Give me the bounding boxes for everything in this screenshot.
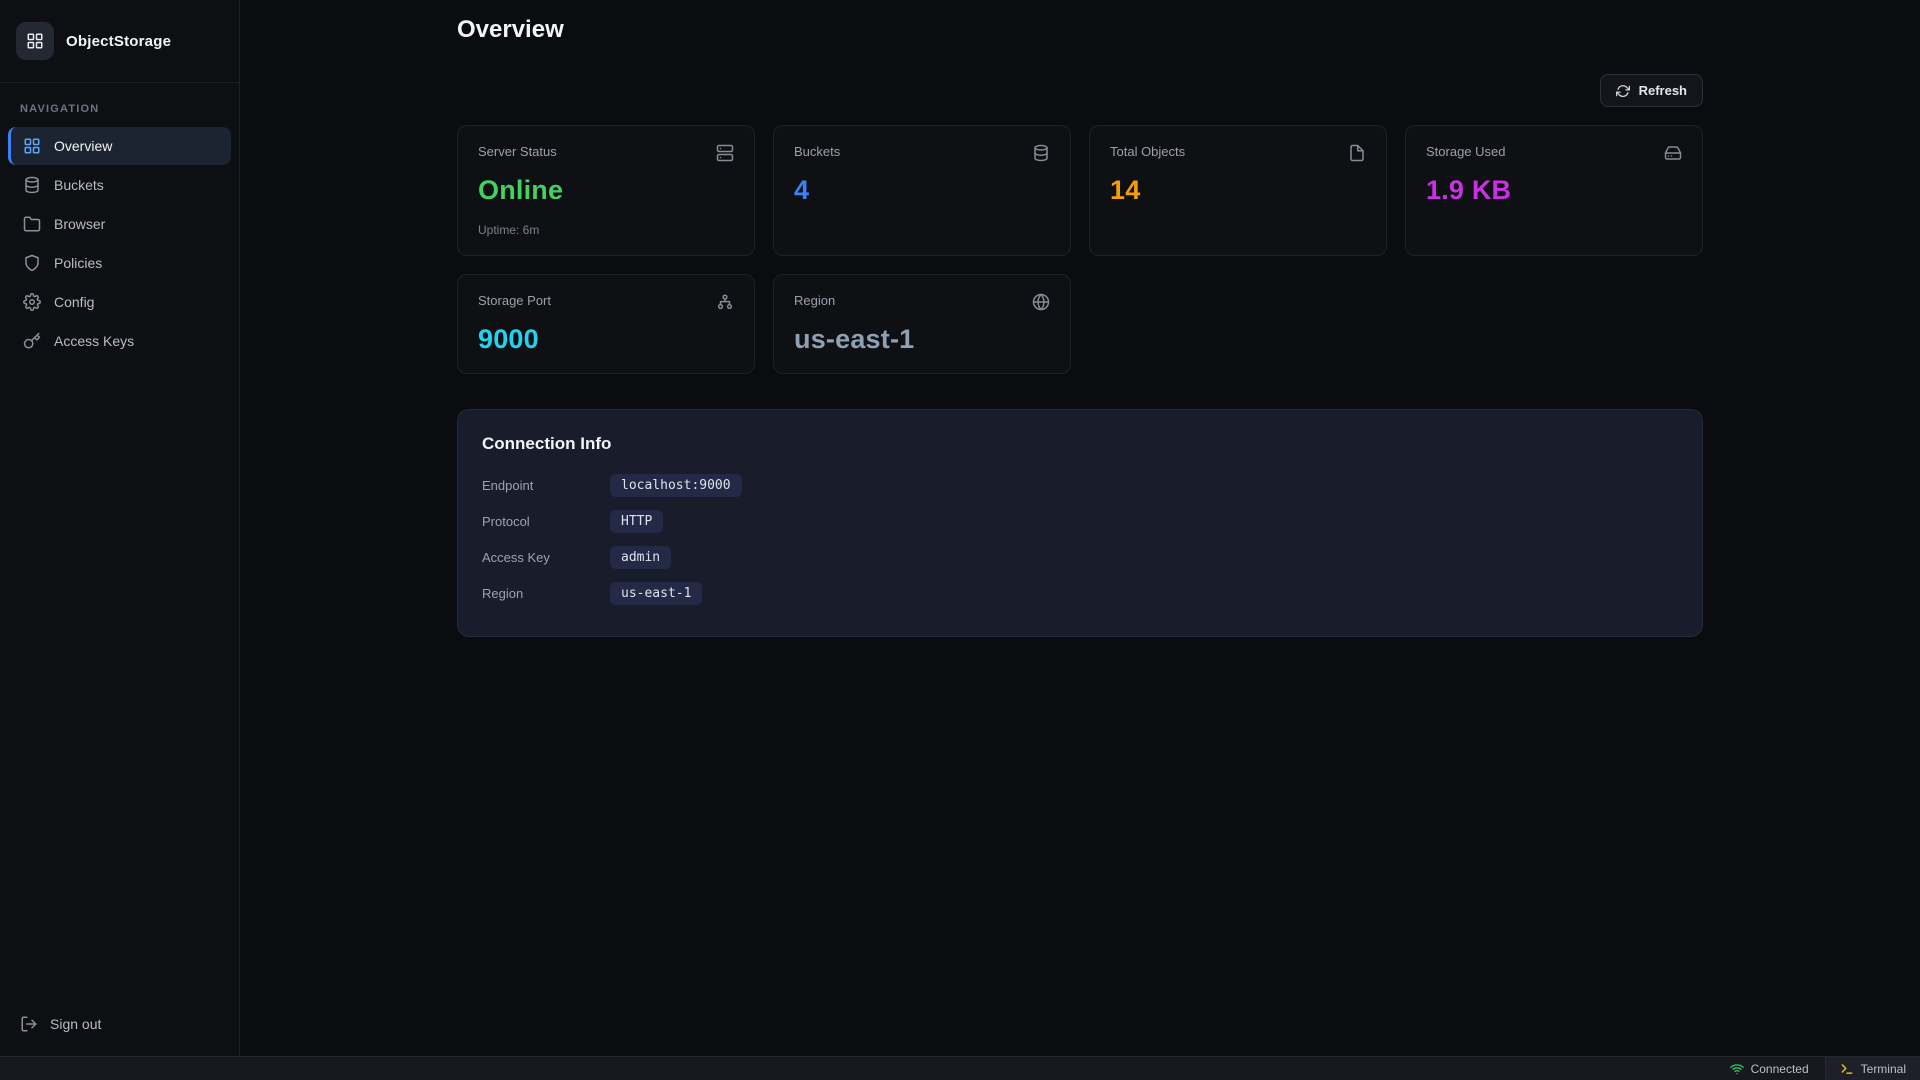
sidebar-item-policies[interactable]: Policies <box>8 244 231 282</box>
terminal-icon <box>1840 1062 1854 1076</box>
database-icon <box>1032 144 1050 162</box>
connection-info-title: Connection Info <box>482 434 1678 454</box>
terminal-label: Terminal <box>1861 1062 1906 1076</box>
network-icon <box>716 293 734 311</box>
connection-row-access-key: Access Key admin <box>482 544 1678 570</box>
sidebar-item-browser[interactable]: Browser <box>8 205 231 243</box>
grid-icon <box>23 137 41 155</box>
connection-value-chip: HTTP <box>610 510 663 533</box>
connection-value-chip: localhost:9000 <box>610 474 742 497</box>
stat-value: 1.9 KB <box>1426 175 1682 206</box>
connection-info-panel: Connection Info Endpoint localhost:9000 … <box>457 409 1703 637</box>
page-title: Overview <box>457 0 1703 44</box>
server-icon <box>716 144 734 162</box>
key-icon <box>23 332 41 350</box>
wifi-icon <box>1730 1062 1744 1076</box>
connection-value-chip: admin <box>610 546 671 569</box>
sidebar-item-label: Overview <box>54 138 112 154</box>
app-title: ObjectStorage <box>66 33 171 50</box>
refresh-icon <box>1616 84 1630 98</box>
terminal-toggle[interactable]: Terminal <box>1825 1057 1920 1080</box>
globe-icon <box>1032 293 1050 311</box>
stat-card-region: Region us-east-1 <box>773 274 1071 374</box>
stat-card-total-objects: Total Objects 14 <box>1089 125 1387 256</box>
stat-label: Buckets <box>794 144 840 159</box>
sidebar-item-label: Buckets <box>54 177 104 193</box>
connection-label: Endpoint <box>482 478 610 493</box>
sidebar-item-label: Config <box>54 294 94 310</box>
connection-status-label: Connected <box>1751 1062 1809 1076</box>
hard-drive-icon <box>1664 144 1682 162</box>
sign-out-label: Sign out <box>50 1016 101 1032</box>
sidebar-item-label: Policies <box>54 255 102 271</box>
connection-row-protocol: Protocol HTTP <box>482 508 1678 534</box>
folder-icon <box>23 215 41 233</box>
stat-label: Storage Port <box>478 293 551 308</box>
shield-icon <box>23 254 41 272</box>
stat-cards: Server Status Online Uptime: 6m Buckets … <box>457 125 1703 374</box>
status-bar: Connected Terminal <box>0 1056 1920 1080</box>
sidebar-item-overview[interactable]: Overview <box>8 127 231 165</box>
sidebar-item-config[interactable]: Config <box>8 283 231 321</box>
nav-list: Overview Buckets Browser Policies Config <box>0 127 239 1000</box>
connection-value-chip: us-east-1 <box>610 582 702 605</box>
sidebar-item-buckets[interactable]: Buckets <box>8 166 231 204</box>
sidebar-item-label: Access Keys <box>54 333 134 349</box>
stat-value: us-east-1 <box>794 324 1050 355</box>
stat-card-buckets: Buckets 4 <box>773 125 1071 256</box>
connection-label: Access Key <box>482 550 610 565</box>
sidebar-item-access-keys[interactable]: Access Keys <box>8 322 231 360</box>
refresh-button[interactable]: Refresh <box>1600 74 1703 107</box>
stat-subtext: Uptime: 6m <box>478 223 734 237</box>
stat-label: Storage Used <box>1426 144 1506 159</box>
main-content: Overview Refresh Server Status Online Up… <box>240 0 1920 1056</box>
stat-label: Region <box>794 293 835 308</box>
stat-value: 4 <box>794 175 1050 206</box>
sidebar: ObjectStorage NAVIGATION Overview Bucket… <box>0 0 240 1056</box>
stat-card-storage-port: Storage Port 9000 <box>457 274 755 374</box>
sidebar-item-label: Browser <box>54 216 105 232</box>
stat-value: 9000 <box>478 324 734 355</box>
app-logo-row: ObjectStorage <box>0 0 239 83</box>
stat-card-server-status: Server Status Online Uptime: 6m <box>457 125 755 256</box>
connection-label: Protocol <box>482 514 610 529</box>
stat-label: Server Status <box>478 144 557 159</box>
file-icon <box>1348 144 1366 162</box>
nav-section-label: NAVIGATION <box>0 83 239 127</box>
connection-status: Connected <box>1714 1057 1825 1080</box>
stat-value: 14 <box>1110 175 1366 206</box>
stat-value: Online <box>478 175 734 206</box>
gear-icon <box>23 293 41 311</box>
connection-row-region: Region us-east-1 <box>482 580 1678 606</box>
stat-card-storage-used: Storage Used 1.9 KB <box>1405 125 1703 256</box>
connection-label: Region <box>482 586 610 601</box>
database-icon <box>23 176 41 194</box>
connection-row-endpoint: Endpoint localhost:9000 <box>482 472 1678 498</box>
stat-label: Total Objects <box>1110 144 1185 159</box>
sign-out-button[interactable]: Sign out <box>0 1000 239 1048</box>
log-out-icon <box>20 1015 38 1033</box>
refresh-label: Refresh <box>1639 83 1687 98</box>
app-logo-icon <box>16 22 54 60</box>
